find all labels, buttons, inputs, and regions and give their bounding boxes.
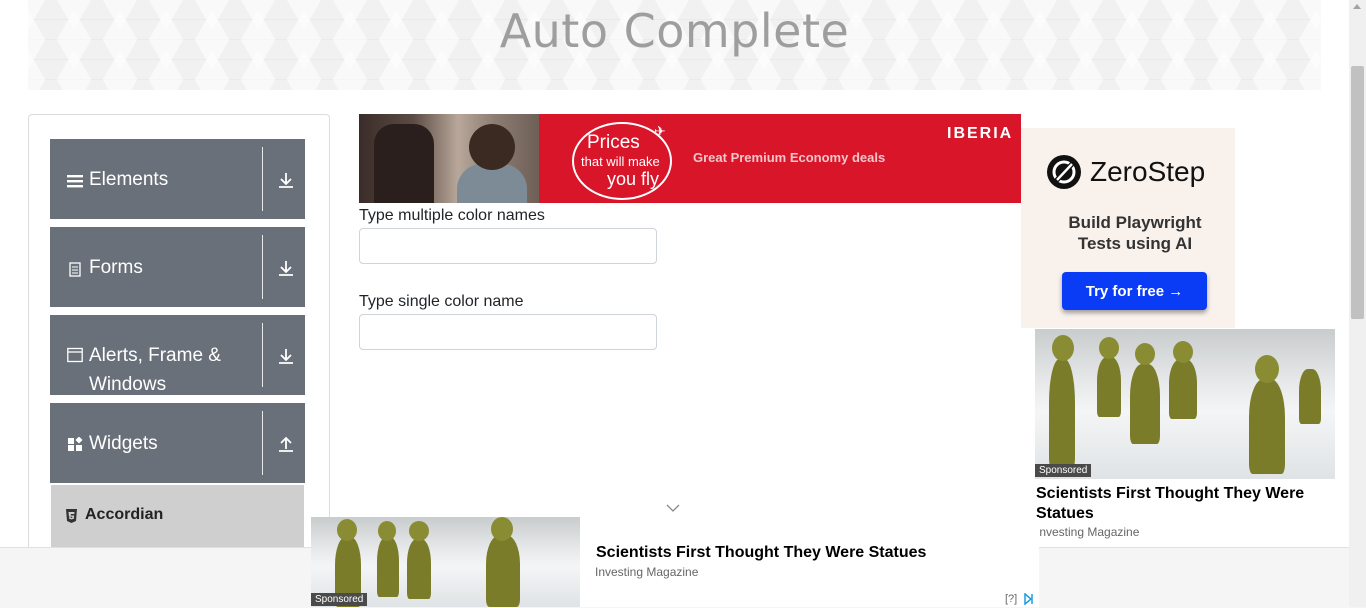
sidebar-group-forms[interactable]: Forms bbox=[50, 227, 305, 307]
sponsored-tag: Sponsored bbox=[311, 593, 368, 606]
single-color-input[interactable] bbox=[359, 314, 657, 350]
divider bbox=[262, 235, 263, 299]
zerostep-ad[interactable]: ZeroStep Build Playwright Tests using AI… bbox=[1021, 128, 1235, 328]
ad-line1: Prices bbox=[587, 132, 640, 153]
bottom-ad[interactable]: Sponsored Scientists First Thought They … bbox=[311, 517, 1039, 607]
bottom-ad-image: Sponsored bbox=[311, 517, 580, 607]
bottom-ad-title: Scientists First Thought They Were Statu… bbox=[596, 544, 927, 561]
divider bbox=[262, 147, 263, 211]
html5-icon bbox=[66, 509, 77, 523]
sponsored-tag: Sponsored bbox=[1035, 464, 1092, 477]
sidebar-group-label: Alerts, Frame & Windows bbox=[89, 345, 221, 395]
plane-icon: ✈ bbox=[654, 124, 666, 140]
download-arrow-icon bbox=[279, 173, 293, 188]
ad-photo bbox=[359, 114, 539, 203]
scrollbar-thumb[interactable] bbox=[1351, 66, 1364, 319]
sidebar-group-alerts[interactable]: Alerts, Frame & Windows bbox=[50, 315, 305, 395]
download-arrow-icon bbox=[279, 349, 293, 364]
document-icon bbox=[69, 262, 81, 277]
divider bbox=[262, 411, 263, 475]
multiple-color-label: Type multiple color names bbox=[359, 207, 545, 224]
top-banner-ad[interactable]: ✈ Prices that will make you fly Great Pr… bbox=[359, 114, 1021, 203]
zerostep-tagline: Build Playwright Tests using AI bbox=[1068, 213, 1202, 253]
right-ad-title[interactable]: Scientists First Thought They Were Statu… bbox=[1036, 484, 1326, 524]
window-icon bbox=[67, 347, 83, 363]
divider bbox=[262, 323, 263, 387]
header-banner: Auto Complete bbox=[28, 0, 1321, 90]
sidebar-group-label: Forms bbox=[89, 257, 143, 278]
sidebar-group-label: Widgets bbox=[89, 433, 158, 454]
ad-line2: that will make bbox=[581, 154, 660, 169]
adchoices-icon[interactable] bbox=[1023, 593, 1037, 605]
sidebar-item-label: Accordian bbox=[85, 506, 164, 523]
zerostep-name: ZeroStep bbox=[1090, 156, 1206, 187]
zerostep-logo-icon bbox=[1047, 155, 1081, 189]
ad-line3: you fly bbox=[607, 169, 660, 189]
right-ad-image[interactable]: Sponsored bbox=[1035, 329, 1335, 479]
multiple-color-input[interactable] bbox=[359, 228, 657, 264]
sidebar: Elements Forms Alerts, Frame & Windows W… bbox=[28, 114, 330, 576]
chevron-down-icon[interactable] bbox=[666, 503, 680, 513]
single-color-label: Type single color name bbox=[359, 293, 524, 310]
right-ad-source: Investing Magazine bbox=[1036, 525, 1140, 539]
download-arrow-icon bbox=[279, 261, 293, 276]
widgets-icon bbox=[68, 437, 83, 451]
ad-deals: Great Premium Economy deals bbox=[693, 150, 886, 165]
sidebar-item-accordian[interactable]: Accordian bbox=[51, 485, 304, 547]
page-title: Auto Complete bbox=[499, 4, 850, 58]
hamburger-icon bbox=[67, 175, 83, 188]
sidebar-group-widgets[interactable]: Widgets bbox=[50, 403, 305, 483]
try-for-free-button[interactable]: Try for free → bbox=[1062, 272, 1207, 310]
ad-brand: IBERIA bbox=[947, 125, 1014, 142]
bottom-ad-source: Investing Magazine bbox=[595, 565, 699, 579]
sidebar-group-elements[interactable]: Elements bbox=[50, 139, 305, 219]
sidebar-group-label: Elements bbox=[89, 169, 169, 190]
ad-info-link[interactable]: [?] bbox=[1005, 593, 1017, 605]
scroll-up-icon[interactable] bbox=[1353, 4, 1361, 9]
upload-arrow-icon bbox=[279, 436, 293, 452]
